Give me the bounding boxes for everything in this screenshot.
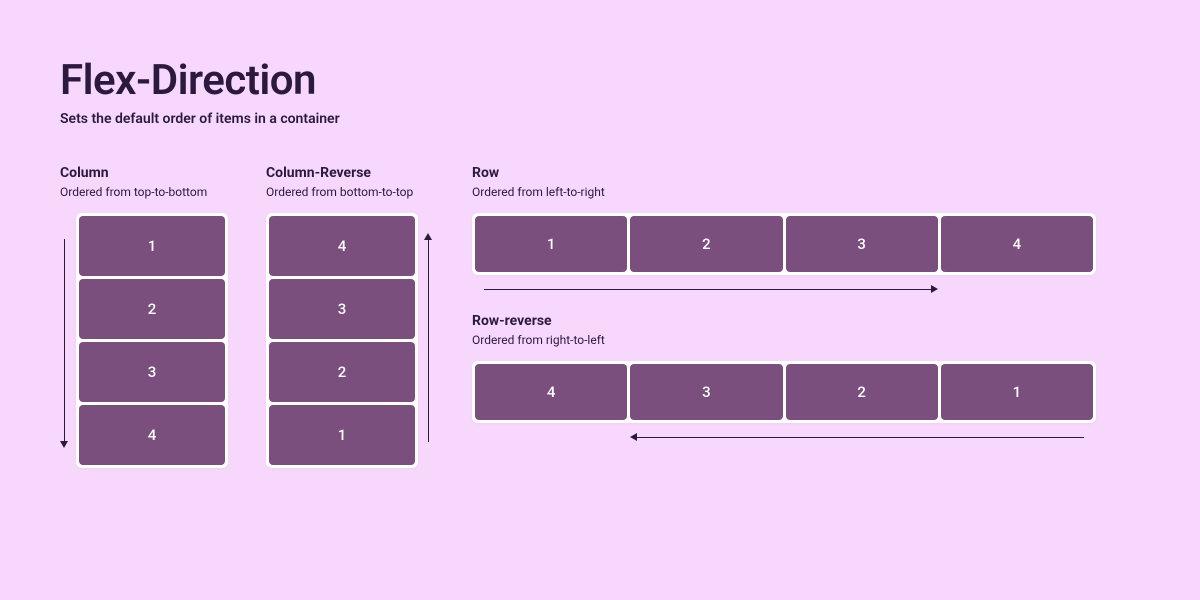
section-column-reverse: Column-Reverse Ordered from bottom-to-to… <box>266 165 434 468</box>
section-title: Column <box>60 165 228 181</box>
section-title: Row <box>472 165 1096 181</box>
arrow-right-icon <box>476 281 1092 299</box>
section-title: Column-Reverse <box>266 165 434 181</box>
flex-item: 4 <box>79 405 225 465</box>
flex-item: 1 <box>475 216 627 272</box>
flex-container-column-reverse: 4 3 2 1 <box>266 213 418 468</box>
page-title: Flex-Direction <box>60 56 1140 105</box>
flex-container-row: 1 2 3 4 <box>472 213 1096 275</box>
section-title: Row-reverse <box>472 313 1096 329</box>
section-desc: Ordered from top-to-bottom <box>60 185 228 199</box>
section-row-reverse: Row-reverse Ordered from right-to-left 4… <box>472 313 1096 447</box>
flex-container-row-reverse: 4 3 2 1 <box>472 361 1096 423</box>
section-desc: Ordered from right-to-left <box>472 333 1096 347</box>
flex-item: 3 <box>79 342 225 402</box>
flex-item: 3 <box>269 279 415 339</box>
row-stack: Row Ordered from left-to-right 1 2 3 4 R… <box>472 165 1096 447</box>
section-desc: Ordered from bottom-to-top <box>266 185 434 199</box>
page-subtitle: Sets the default order of items in a con… <box>60 111 1140 127</box>
flex-container-column: 1 2 3 4 <box>76 213 228 468</box>
flex-item: 4 <box>269 216 415 276</box>
flex-item: 4 <box>475 364 627 420</box>
arrow-left-icon <box>476 429 1092 447</box>
column-wrap: 1 2 3 4 <box>60 213 228 468</box>
flex-item: 1 <box>941 364 1093 420</box>
flex-item: 2 <box>269 342 415 402</box>
flex-item: 2 <box>79 279 225 339</box>
column-reverse-wrap: 4 3 2 1 <box>266 213 434 468</box>
arrow-down-icon <box>60 213 70 468</box>
flex-item: 1 <box>269 405 415 465</box>
sections: Column Ordered from top-to-bottom 1 2 3 … <box>60 165 1140 468</box>
flex-item: 2 <box>630 216 782 272</box>
flex-item: 4 <box>941 216 1093 272</box>
section-row: Row Ordered from left-to-right 1 2 3 4 <box>472 165 1096 299</box>
section-desc: Ordered from left-to-right <box>472 185 1096 199</box>
arrow-up-icon <box>424 213 434 468</box>
flex-item: 2 <box>786 364 938 420</box>
flex-item: 3 <box>630 364 782 420</box>
flex-item: 1 <box>79 216 225 276</box>
section-column: Column Ordered from top-to-bottom 1 2 3 … <box>60 165 228 468</box>
flex-item: 3 <box>786 216 938 272</box>
